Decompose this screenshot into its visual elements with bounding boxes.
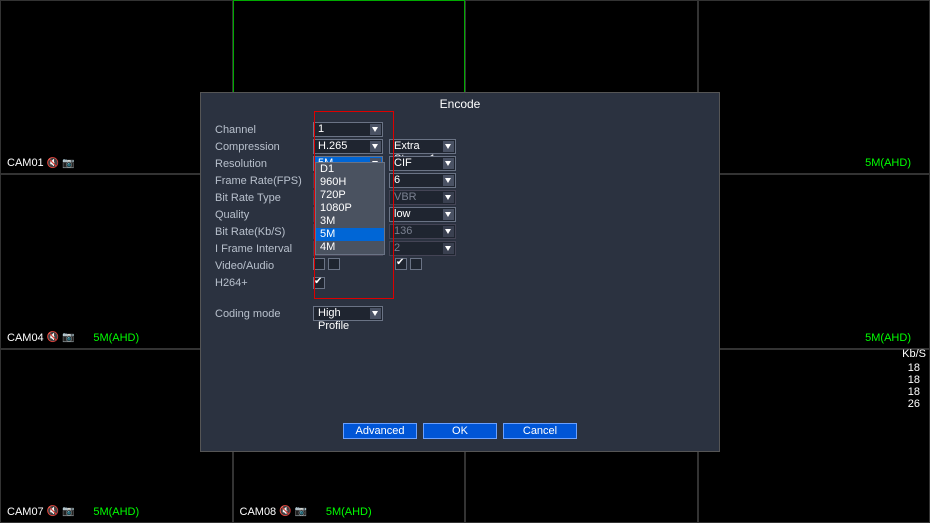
compression-label: Compression — [215, 141, 313, 153]
cam-label: CAM08🔇📷 — [238, 506, 310, 518]
bitrate-value: 26 — [866, 398, 920, 410]
camera-icon: 📷 — [62, 332, 74, 343]
ifi2-select: 2 — [389, 241, 456, 256]
mute-icon: 🔇 — [47, 158, 59, 169]
resolution-option[interactable]: 3M — [316, 215, 384, 228]
video-extra-checkbox[interactable] — [395, 258, 407, 270]
grid-cell: 5M(AHD) CAM07🔇📷 — [0, 349, 233, 523]
cancel-button[interactable]: Cancel — [503, 423, 577, 439]
resolution-label: 5M(AHD) — [93, 506, 139, 518]
cam-label: CAM07🔇📷 — [5, 506, 77, 518]
chevron-down-icon — [443, 243, 454, 254]
bitrate-header: Kb/S — [866, 348, 926, 360]
chevron-down-icon — [443, 175, 454, 186]
audio-main-checkbox[interactable] — [328, 258, 340, 270]
resolution-option[interactable]: 960H — [316, 176, 384, 189]
coding-label: Coding mode — [215, 308, 313, 320]
quality2-select[interactable]: low — [389, 207, 456, 222]
camera-icon: 📷 — [62, 158, 74, 169]
coding-select[interactable]: High Profile — [313, 306, 383, 321]
grid-cell: 5M(AHD) CAM04🔇📷 — [0, 174, 233, 348]
grid-cell: 5M(AHD) — [698, 174, 930, 348]
resolution-label: 5M(AHD) — [93, 332, 139, 344]
advanced-button[interactable]: Advanced — [343, 423, 417, 439]
brt-label: Bit Rate Type — [215, 192, 313, 204]
chevron-down-icon — [370, 308, 381, 319]
mute-icon: 🔇 — [279, 506, 291, 517]
camera-icon: 📷 — [62, 506, 74, 517]
compression-select[interactable]: H.265 — [313, 139, 383, 154]
mute-icon: 🔇 — [47, 332, 59, 343]
bitrate-value: 18 — [866, 374, 920, 386]
channel-select[interactable]: 1 — [313, 122, 383, 137]
bitrate-panel: Kb/S 18 18 18 26 — [866, 348, 926, 410]
h264p-label: H264+ — [215, 277, 313, 289]
br-label: Bit Rate(Kb/S) — [215, 226, 313, 238]
va-label: Video/Audio — [215, 260, 313, 272]
resolution-option[interactable]: 5M — [316, 228, 384, 241]
h264p-checkbox[interactable] — [313, 277, 325, 289]
resolution-label: 5M(AHD) — [326, 506, 372, 518]
fps2-select[interactable]: 6 — [389, 173, 456, 188]
resolution-dropdown-list[interactable]: D1960H720P1080P3M5M4M — [315, 162, 385, 255]
quality-label: Quality — [215, 209, 313, 221]
brt2-select: VBR — [389, 190, 456, 205]
br2-select: 136 — [389, 224, 456, 239]
resolution-option[interactable]: D1 — [316, 163, 384, 176]
chevron-down-icon — [443, 226, 454, 237]
resolution-option[interactable]: 4M — [316, 241, 384, 254]
mute-icon: 🔇 — [47, 506, 59, 517]
resolution-option[interactable]: 720P — [316, 189, 384, 202]
channel-label: Channel — [215, 124, 313, 136]
video-main-checkbox[interactable] — [313, 258, 325, 270]
chevron-down-icon — [443, 141, 454, 152]
audio-extra-checkbox[interactable] — [410, 258, 422, 270]
chevron-down-icon — [370, 124, 381, 135]
grid-cell: CAM01🔇📷 — [0, 0, 233, 174]
fps-label: Frame Rate(FPS) — [215, 175, 313, 187]
encode-dialog: Encode Channel 1 Compression H.265 Extra… — [200, 92, 720, 452]
grid-cell: 5M(AHD) — [698, 0, 930, 174]
cam-label: CAM01🔇📷 — [5, 157, 77, 169]
resolution-label: 5M(AHD) — [865, 332, 911, 344]
resolution-label: 5M(AHD) — [865, 157, 911, 169]
camera-icon: 📷 — [295, 506, 307, 517]
ifi-label: I Frame Interval — [215, 243, 313, 255]
cam-label: CAM04🔇📷 — [5, 332, 77, 344]
dialog-title: Encode — [201, 93, 719, 115]
resolution-label: Resolution — [215, 158, 313, 170]
extra-stream-select[interactable]: Extra Stream1 — [389, 139, 456, 154]
chevron-down-icon — [370, 141, 381, 152]
chevron-down-icon — [443, 192, 454, 203]
bitrate-value: 18 — [866, 386, 920, 398]
resolution-option[interactable]: 1080P — [316, 202, 384, 215]
chevron-down-icon — [443, 209, 454, 220]
resolution2-select[interactable]: CIF — [389, 156, 456, 171]
bitrate-value: 18 — [866, 362, 920, 374]
ok-button[interactable]: OK — [423, 423, 497, 439]
chevron-down-icon — [443, 158, 454, 169]
